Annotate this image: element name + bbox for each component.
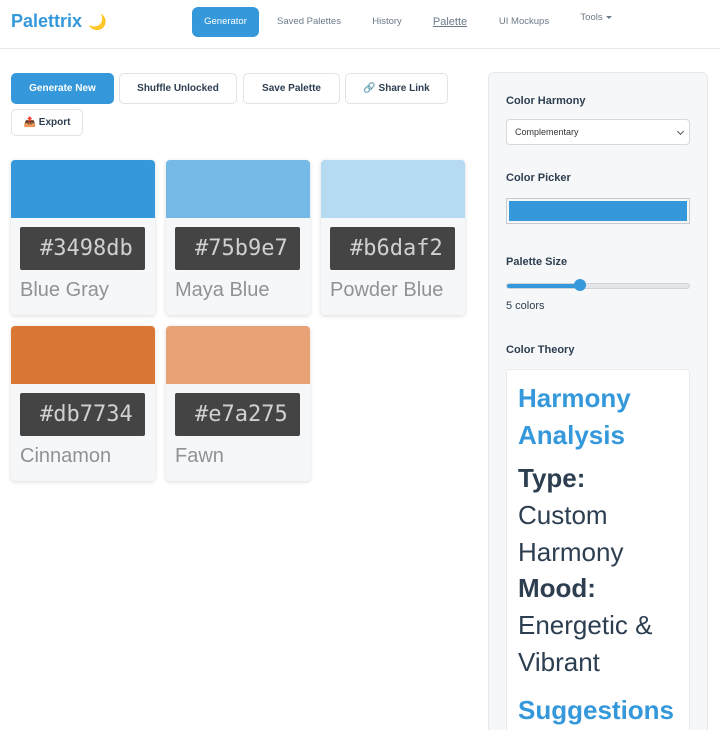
color-picker-label: Color Picker bbox=[506, 172, 571, 184]
hex-code[interactable]: #e7a275 bbox=[175, 393, 300, 436]
moon-icon[interactable]: 🌙 bbox=[88, 13, 107, 31]
hex-code[interactable]: #db7734 bbox=[20, 393, 145, 436]
caret-down-icon bbox=[605, 15, 612, 19]
chevron-down-icon bbox=[676, 127, 685, 136]
harmony-type-value-2: Harmony bbox=[518, 537, 624, 567]
nav-palette[interactable]: Palette bbox=[425, 7, 475, 37]
color-card[interactable]: #3498db Blue Gray bbox=[11, 160, 155, 315]
generate-new-button[interactable]: Generate New bbox=[11, 73, 114, 104]
color-name: Powder Blue bbox=[330, 279, 444, 301]
color-card[interactable]: #db7734 Cinnamon bbox=[11, 326, 155, 481]
harmony-type-label: Type: bbox=[518, 463, 586, 493]
suggestions-heading: Suggestions bbox=[518, 695, 675, 725]
harmony-mood-label: Mood: bbox=[518, 573, 596, 603]
color-swatch[interactable] bbox=[166, 160, 310, 218]
color-picker-input[interactable] bbox=[506, 198, 690, 224]
color-name: Blue Gray bbox=[20, 279, 109, 301]
color-picker-swatch bbox=[509, 201, 687, 221]
color-card[interactable]: #75b9e7 Maya Blue bbox=[166, 160, 310, 315]
harmony-mood-value-2: Vibrant bbox=[518, 647, 600, 677]
hex-code[interactable]: #b6daf2 bbox=[330, 227, 455, 270]
color-name: Fawn bbox=[175, 445, 224, 467]
hex-code[interactable]: #3498db bbox=[20, 227, 145, 270]
share-link-button[interactable]: 🔗 Share Link bbox=[345, 73, 448, 104]
brand-name: Palettrix bbox=[11, 11, 83, 31]
nav-tools-label: Tools bbox=[580, 12, 603, 23]
harmony-type-value-1: Custom bbox=[518, 500, 608, 530]
nav-generator[interactable]: Generator bbox=[192, 7, 259, 37]
nav-tools-dropdown[interactable]: Tools bbox=[574, 3, 618, 33]
nav-history[interactable]: History bbox=[364, 7, 410, 37]
brand-logo[interactable]: Palettrix 🌙 bbox=[11, 11, 107, 32]
color-theory-label: Color Theory bbox=[506, 344, 575, 356]
color-card[interactable]: #b6daf2 Powder Blue bbox=[321, 160, 465, 315]
shuffle-unlocked-button[interactable]: Shuffle Unlocked bbox=[119, 73, 237, 104]
color-swatch[interactable] bbox=[321, 160, 465, 218]
nav-ui-mockups[interactable]: UI Mockups bbox=[492, 7, 556, 37]
color-name: Cinnamon bbox=[20, 445, 112, 467]
color-card[interactable]: #e7a275 Fawn bbox=[166, 326, 310, 481]
harmony-analysis-heading: Harmony Analysis bbox=[518, 383, 631, 450]
color-harmony-label: Color Harmony bbox=[506, 95, 586, 107]
hex-code[interactable]: #75b9e7 bbox=[175, 227, 300, 270]
color-harmony-value: Complementary bbox=[515, 127, 579, 137]
slider-thumb[interactable] bbox=[573, 279, 586, 291]
export-button[interactable]: 📤 Export bbox=[11, 109, 83, 136]
color-swatch[interactable] bbox=[11, 160, 155, 218]
palette-size-value: 5 colors bbox=[506, 300, 545, 312]
top-navbar: Palettrix 🌙 Generator Saved Palettes His… bbox=[0, 0, 720, 49]
palette-size-slider[interactable] bbox=[506, 279, 690, 291]
nav-saved-palettes[interactable]: Saved Palettes bbox=[270, 7, 348, 37]
color-name: Maya Blue bbox=[175, 279, 270, 301]
harmony-mood-value-1: Energetic & bbox=[518, 610, 653, 640]
save-palette-button[interactable]: Save Palette bbox=[243, 73, 340, 104]
palette-size-label: Palette Size bbox=[506, 256, 568, 268]
color-harmony-select[interactable]: Complementary bbox=[506, 119, 690, 145]
color-swatch[interactable] bbox=[11, 326, 155, 384]
color-swatch[interactable] bbox=[166, 326, 310, 384]
slider-fill bbox=[507, 284, 580, 288]
